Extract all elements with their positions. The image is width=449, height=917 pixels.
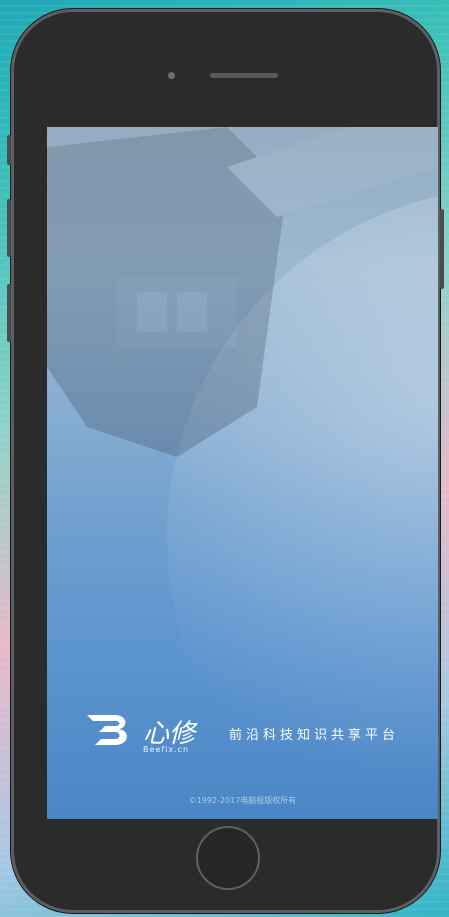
- speaker-icon: [210, 73, 278, 78]
- home-button-icon[interactable]: [196, 826, 260, 890]
- mute-switch: [7, 135, 11, 165]
- copyright-text: ©1992-2017电脑报版权所有: [188, 796, 297, 805]
- power-button: [440, 209, 444, 289]
- brand-logo-icon: [87, 715, 127, 745]
- camera-icon: [168, 72, 175, 79]
- brand-url: Beefix.cn: [143, 745, 190, 754]
- volume-up-button: [7, 199, 11, 257]
- splash-screen[interactable]: 心修 Beefix.cn 前沿科技知识共享平台 ©1992-2017电脑报版权所…: [47, 127, 438, 819]
- tagline: 前沿科技知识共享平台: [229, 728, 400, 743]
- phone-frame: 心修 Beefix.cn 前沿科技知识共享平台 ©1992-2017电脑报版权所…: [7, 9, 444, 913]
- volume-down-button: [7, 284, 11, 342]
